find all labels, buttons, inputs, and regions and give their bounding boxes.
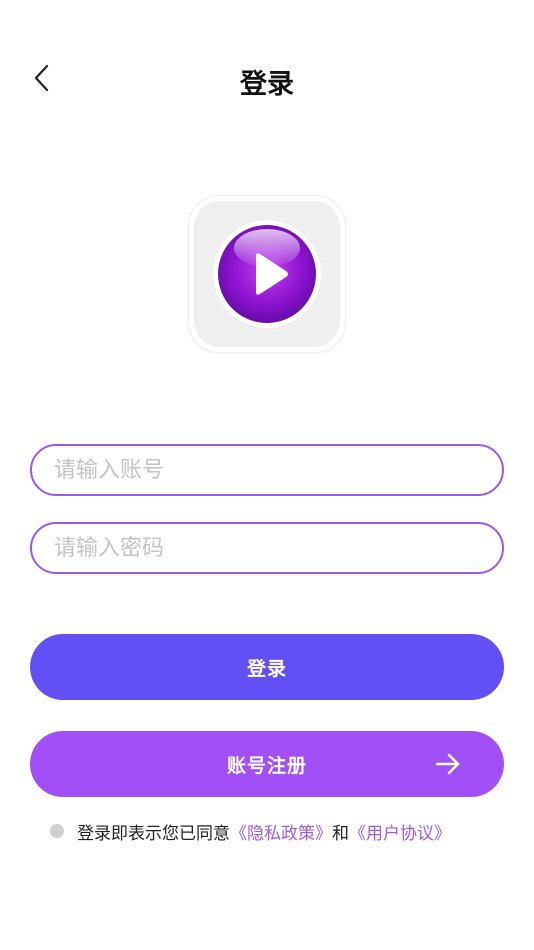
user-agreement-link[interactable]: 《用户协议》 xyxy=(349,819,451,844)
top-bar: 登录 xyxy=(0,40,534,116)
app-logo-tile xyxy=(194,201,340,347)
account-field[interactable] xyxy=(30,444,504,496)
register-button[interactable]: 账号注册 xyxy=(30,731,504,797)
account-input[interactable] xyxy=(52,456,502,484)
login-page: 登录 请输入账号 登录 账号注册 登录即表示您已同意 《隐私政策》 和 《用户协… xyxy=(0,0,534,950)
app-logo xyxy=(189,196,345,352)
agreement-checkbox[interactable] xyxy=(50,824,64,838)
agreement-row: 登录即表示您已同意 《隐私政策》 和 《用户协议》 xyxy=(50,819,451,844)
agreement-conjunction: 和 xyxy=(332,823,349,844)
login-button[interactable]: 登录 xyxy=(30,634,504,700)
play-icon xyxy=(211,218,323,330)
agreement-prefix: 登录即表示您已同意 xyxy=(77,823,230,844)
privacy-policy-link[interactable]: 《隐私政策》 xyxy=(230,819,332,844)
arrow-right-icon xyxy=(435,753,460,775)
login-button-label: 登录 xyxy=(246,657,287,680)
register-button-label: 账号注册 xyxy=(226,754,307,777)
page-title: 登录 xyxy=(240,69,294,100)
password-input[interactable] xyxy=(52,534,502,562)
password-field[interactable] xyxy=(30,522,504,574)
